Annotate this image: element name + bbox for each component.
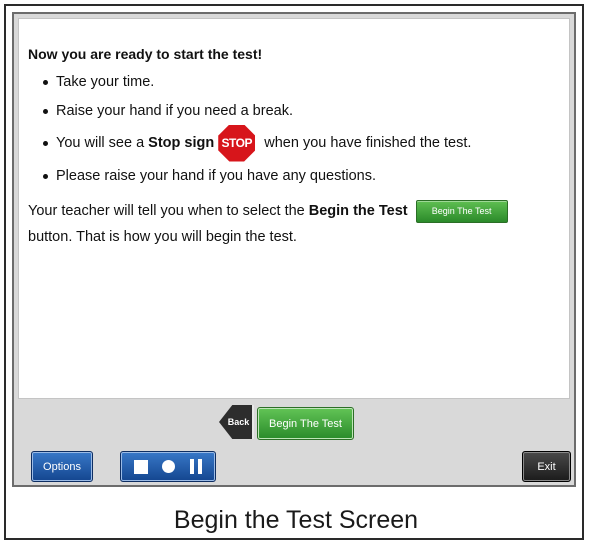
begin-test-button[interactable]: Begin The Test <box>257 407 354 440</box>
instruction-list: Take your time. Raise your hand if you n… <box>43 72 569 187</box>
list-item: Raise your hand if you need a break. <box>43 101 569 121</box>
list-item-text: Raise your hand if you need a break. <box>56 103 293 119</box>
inline-begin-test-button-image: Begin The Test <box>415 199 508 223</box>
list-item: Please raise your hand if you have any q… <box>43 165 569 187</box>
exit-button[interactable]: Exit <box>522 451 571 482</box>
content-pane: Now you are ready to start the test! Tak… <box>18 18 570 399</box>
media-controls <box>120 451 216 482</box>
record-icon[interactable] <box>162 460 176 473</box>
list-item: Take your time. <box>43 72 569 92</box>
figure-caption: Begin the Test Screen <box>173 506 419 534</box>
paragraph-text: button. That is how you will begin the t… <box>28 229 297 245</box>
stop-sign-icon: STOP <box>218 124 256 162</box>
list-item: You will see a Stop sign STOP when you h… <box>43 124 569 162</box>
list-item-text: You will see a <box>56 135 149 151</box>
page-heading: Now you are ready to start the test! <box>28 46 263 62</box>
pause-icon[interactable] <box>189 459 202 474</box>
paragraph-text: Your teacher will tell you when to selec… <box>28 203 309 219</box>
paragraph-bold-text: Begin the Test <box>308 203 408 219</box>
instruction-paragraph: Your teacher will tell you when to selec… <box>28 198 569 250</box>
back-button[interactable]: Back <box>219 405 254 439</box>
figure-frame: Now you are ready to start the test! Tak… <box>4 4 584 540</box>
stop-sign-label: Stop sign <box>148 135 215 151</box>
list-item-text: Take your time. <box>56 74 155 90</box>
list-item-text: when you have finished the test. <box>260 135 472 151</box>
stop-icon[interactable] <box>134 459 149 474</box>
test-screen: Now you are ready to start the test! Tak… <box>12 12 576 487</box>
options-button[interactable]: Options <box>31 451 93 482</box>
list-item-text: Please raise your hand if you have any q… <box>56 168 377 184</box>
